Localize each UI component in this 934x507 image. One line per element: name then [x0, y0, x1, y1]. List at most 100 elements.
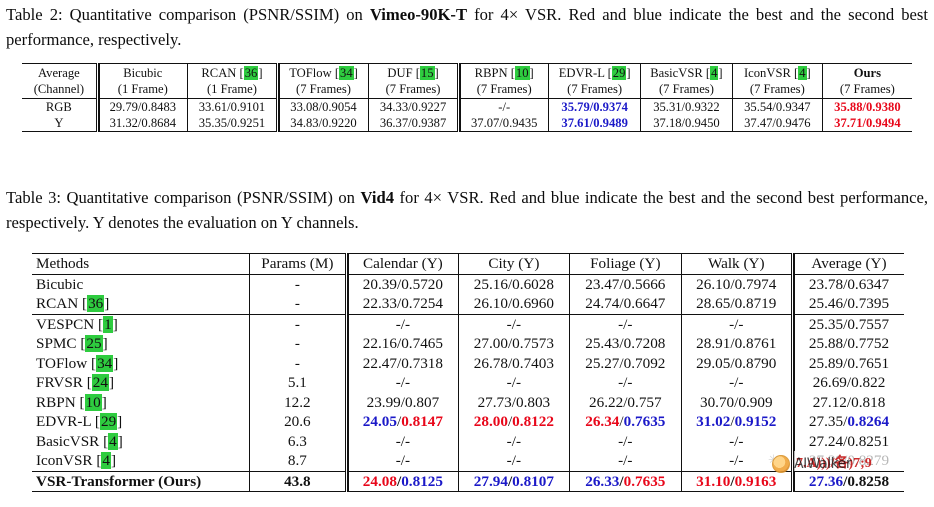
table2-header-row-name: Average Bicubic RCAN [36] TOFlow [34] DUF [1…: [22, 63, 912, 82]
citation-ref[interactable]: 25: [85, 335, 103, 352]
metric-cell: 35.88/0.9380: [821, 98, 912, 115]
ssim-value: 0.909: [738, 393, 773, 411]
metric-cell: 30.70/0.909: [680, 392, 793, 412]
params-value: 8.7: [248, 451, 347, 471]
metric-cell: 37.18/0.9450: [640, 115, 733, 132]
metric-cell: 23.47/0.5666: [569, 274, 682, 294]
metric-cell: 25.35/0.7557: [791, 314, 904, 334]
method-label: VESPCN: [36, 315, 95, 333]
metric-cell: 35.54/0.9347: [731, 98, 823, 115]
psnr-value: 28.65: [696, 295, 731, 312]
table2-col-subheader: (7 Frames): [457, 81, 549, 99]
table2-container: Average Bicubic RCAN [36] TOFlow [34] DUF [1…: [22, 63, 912, 132]
params-value: 43.8: [248, 470, 347, 492]
method-name: BasicVSR [4]: [36, 432, 123, 450]
metric-cell: -/-: [457, 314, 570, 334]
ssim-value: 0.7465: [401, 335, 443, 352]
metric-cell: 23.78/0.6347: [791, 274, 904, 294]
citation-ref[interactable]: 24: [91, 374, 109, 391]
metric-cell: 27.73/0.803: [457, 392, 570, 412]
method-name: SPMC [25]: [36, 335, 108, 352]
method-label: TOFlow: [36, 354, 88, 372]
table2-col-subheader: (7 Frames): [548, 81, 641, 99]
table2-col-subheader: (1 Frame): [95, 81, 188, 99]
metric-cell: 26.33/0.7635: [569, 470, 682, 492]
metric-cell: 22.33/0.7254: [345, 294, 459, 315]
table3-header-row: Methods Params (M) Calendar (Y) City (Y) Fol…: [32, 253, 904, 275]
psnr-value: 28.91: [696, 335, 731, 352]
citation-ref[interactable]: 29: [611, 66, 627, 80]
metric-cell: 37.61/0.9489: [548, 115, 641, 132]
metric-cell: 37.07/0.9435: [457, 115, 549, 132]
table3-caption: Table 3: Quantitative comparison (PSNR/S…: [6, 185, 928, 235]
metric-cell: 27.94/0.8107: [457, 470, 570, 492]
table3-row: Bicubic -20.39/0.5720 25.16/0.6028 23.47/0.…: [32, 274, 904, 294]
params-value: -: [248, 274, 347, 294]
params-value: 20.6: [248, 412, 347, 432]
ssim-value: 0.7573: [512, 335, 554, 352]
table2-col-header-basicvsr: BasicVSR [4]: [640, 63, 733, 81]
method-label: RCAN: [36, 295, 79, 312]
metric-cell: -/-: [680, 431, 793, 451]
psnr-value: 26.78: [473, 354, 508, 372]
psnr-value: 27.94: [473, 472, 508, 490]
table3-caption-prefix: Table 3: Quantitative comparison (PSNR/S…: [6, 188, 361, 207]
citation-ref[interactable]: 34: [96, 354, 114, 372]
citation-ref[interactable]: 36: [87, 295, 105, 312]
citation-ref[interactable]: 1: [103, 315, 113, 333]
table2-col-header-average: Average: [22, 64, 97, 82]
params-value: -: [248, 334, 347, 354]
psnr-value: 30.70: [699, 393, 735, 411]
citation-ref[interactable]: 29: [99, 413, 118, 430]
table3-col-header-walk-y-: Walk (Y): [680, 253, 793, 275]
ssim-value: 0.8125: [401, 472, 443, 490]
metric-cell: 24.05/0.8147: [345, 412, 459, 432]
table2-col-subheader: (1 Frame): [186, 81, 278, 99]
ssim-value: 0.6647: [623, 295, 666, 312]
ssim-value: 0.7635: [623, 472, 666, 490]
table2-col-header-rbpn: RBPN [10]: [457, 63, 549, 81]
psnr-value: 22.47: [362, 354, 397, 372]
citation-ref[interactable]: 36: [243, 66, 259, 80]
col-header-label: Bicubic: [123, 66, 163, 80]
col-header-label: Average: [38, 66, 80, 80]
citation-ref[interactable]: 10: [84, 393, 102, 411]
psnr-value: 31.10: [696, 472, 731, 490]
metric-cell: 35.35/0.9251: [186, 115, 278, 132]
table2-col-header-toflow: TOFlow [34]: [276, 63, 369, 81]
col-header-label: TOFlow: [289, 66, 332, 80]
ssim-value: 0.807: [405, 393, 440, 411]
ssim-value: 0.757: [627, 393, 662, 411]
metric-cell: -/-: [569, 451, 682, 471]
metric-cell: 33.08/0.9054: [276, 98, 369, 115]
psnr-value: 23.99: [366, 393, 401, 411]
col-header-label: DUF: [387, 66, 413, 80]
ssim-value: 0.8251: [847, 432, 890, 450]
metric-cell: 26.10/0.6960: [457, 294, 570, 315]
ssim-value: 0.8147: [401, 413, 443, 430]
citation-ref[interactable]: 4: [798, 66, 807, 80]
psnr-value: 25.27: [585, 354, 620, 372]
citation-ref[interactable]: 15: [419, 66, 435, 80]
citation-ref[interactable]: 34: [339, 66, 354, 80]
ssim-value: 0.7403: [512, 354, 554, 372]
metric-cell: 34.83/0.9220: [276, 115, 369, 132]
ssim-value: 0.8258: [847, 472, 890, 490]
ssim-value: 0.5666: [623, 275, 666, 293]
psnr-value: 26.34: [585, 413, 620, 430]
ssim-value: 0.7974: [734, 275, 777, 293]
citation-ref[interactable]: 10: [514, 66, 530, 80]
metric-cell: 33.61/0.9101: [186, 98, 278, 115]
metric-cell: 26.22/0.757: [569, 392, 682, 412]
table2-col-header-rcan: RCAN [36]: [186, 63, 278, 81]
ssim-value: 0.8279: [847, 452, 890, 469]
table2-row: Y 31.32/0.8684 35.35/0.9251 34.83/0.9220 36.…: [22, 115, 912, 132]
metric-cell: 28.00/0.8122: [457, 412, 570, 432]
col-header-label: BasicVSR: [650, 66, 703, 80]
ssim-value: 0.9152: [734, 413, 777, 430]
citation-ref[interactable]: 4: [108, 432, 118, 450]
table3-row: VSR-Transformer (Ours) 43.8 24.08/0.8125 27…: [32, 470, 904, 492]
psnr-value: 20.39: [362, 275, 397, 293]
citation-ref[interactable]: 4: [710, 66, 719, 80]
citation-ref[interactable]: 4: [101, 452, 111, 469]
